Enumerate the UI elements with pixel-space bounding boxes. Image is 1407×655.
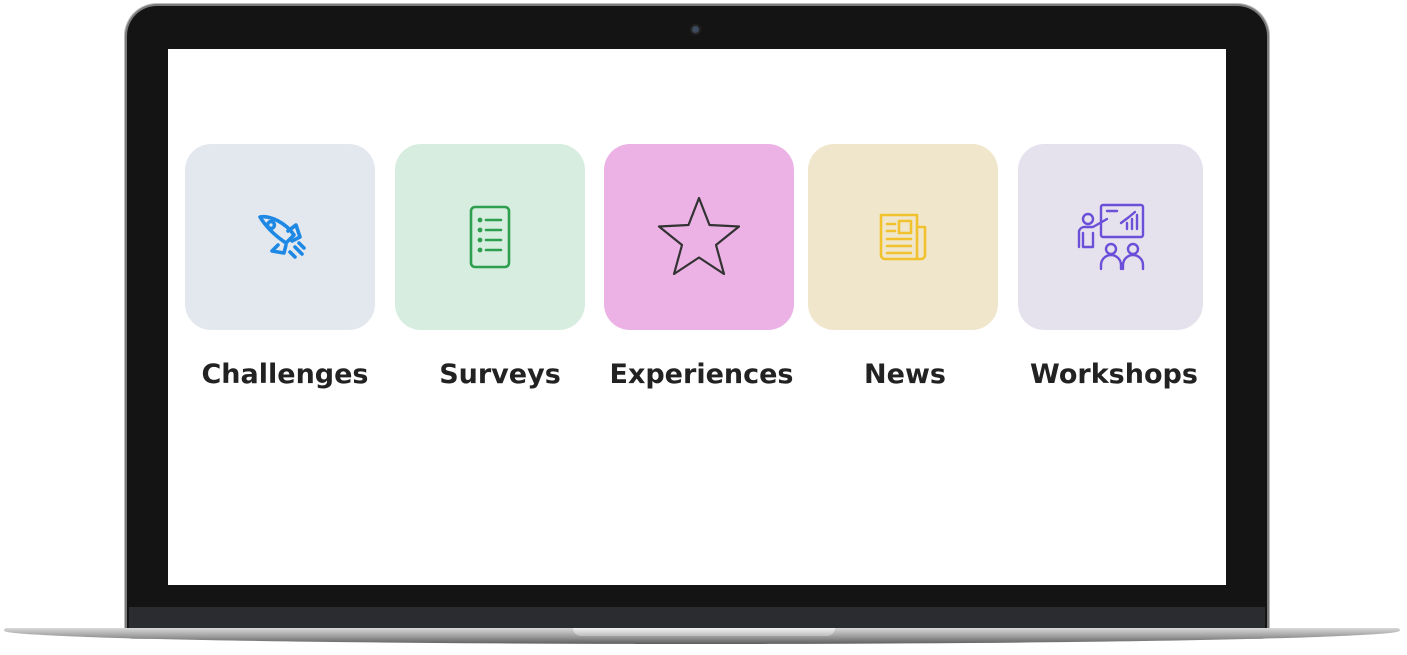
laptop-hinge-notch [573, 628, 835, 636]
star-icon [657, 196, 741, 276]
news-tile[interactable] [808, 144, 998, 330]
laptop-screen: Challenges Surveys Experiences News Work… [168, 49, 1226, 585]
challenges-tile[interactable] [185, 144, 375, 330]
presentation-icon [1077, 203, 1144, 271]
workshops-tile[interactable] [1018, 144, 1203, 330]
newspaper-icon [879, 213, 927, 261]
surveys-label[interactable]: Surveys [400, 359, 600, 390]
news-label[interactable]: News [805, 359, 1005, 390]
rocket-icon [258, 214, 306, 259]
experiences-label[interactable]: Experiences [599, 359, 804, 390]
challenges-label[interactable]: Challenges [185, 359, 385, 390]
experiences-tile[interactable] [604, 144, 794, 330]
camera-icon [692, 26, 699, 33]
workshops-label[interactable]: Workshops [1014, 359, 1214, 390]
list-icon [469, 205, 511, 269]
laptop-mockup: Challenges Surveys Experiences News Work… [0, 0, 1407, 655]
surveys-tile[interactable] [395, 144, 585, 330]
